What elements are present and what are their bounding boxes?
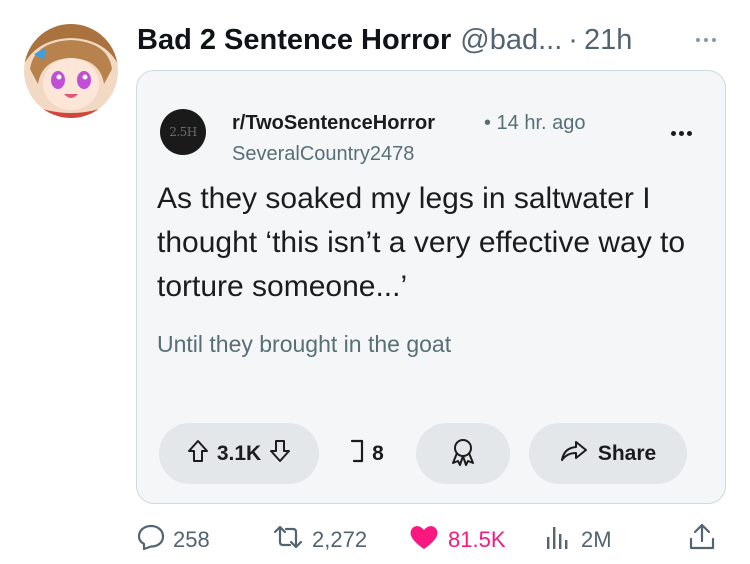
tweet-action-bar: 258 2,272 81.5K 2M (0, 520, 750, 564)
card-more-icon[interactable] (671, 131, 692, 136)
subreddit-icon[interactable]: 2.5H (160, 109, 206, 155)
subreddit-icon-text: 2.5H (169, 125, 197, 139)
retweet-count: 2,272 (312, 527, 368, 552)
share-label: Share (597, 441, 657, 465)
comment-count: 8 (372, 441, 384, 465)
post-time: • 14 hr. ago (484, 112, 586, 134)
award-button[interactable] (416, 423, 510, 484)
author-handle[interactable]: @bad... (460, 24, 562, 57)
share-arrow-icon (560, 439, 588, 469)
retweet-icon (272, 523, 304, 557)
like-button[interactable]: 81.5K (408, 520, 506, 560)
comment-icon (350, 438, 366, 470)
award-icon (448, 436, 478, 472)
tweet-timestamp[interactable]: 21h (584, 24, 632, 57)
views-button[interactable]: 2M (543, 520, 612, 560)
post-title: As they soaked my legs in saltwater I th… (157, 182, 686, 303)
tweet-header: Bad 2 Sentence Horror @bad... · 21h (137, 22, 632, 58)
subreddit-name[interactable]: r/TwoSentenceHorror (232, 112, 435, 135)
views-count: 2M (581, 527, 612, 552)
downvote-icon[interactable] (269, 439, 291, 469)
share-icon (688, 522, 716, 558)
post-author[interactable]: SeveralCountry2478 (232, 143, 414, 166)
retweet-button[interactable]: 2,272 (272, 520, 367, 560)
comments-button[interactable]: 8 (337, 423, 397, 484)
media-card[interactable]: 2.5H r/TwoSentenceHorror • 14 hr. ago Se… (136, 70, 726, 504)
reply-icon (137, 523, 165, 557)
like-count: 81.5K (448, 527, 506, 552)
more-icon[interactable] (689, 30, 723, 50)
heart-icon (408, 523, 440, 557)
post-body: Until they brought in the goat (157, 331, 452, 357)
card-share-button[interactable]: Share (529, 423, 687, 484)
vote-count: 3.1K (216, 441, 262, 465)
upvote-icon[interactable] (187, 439, 209, 469)
share-button[interactable] (688, 520, 716, 560)
author-avatar[interactable] (24, 24, 118, 118)
reply-button[interactable]: 258 (137, 520, 210, 560)
vote-control: 3.1K (159, 423, 319, 484)
reply-count: 258 (173, 527, 210, 552)
dot-separator: · (568, 23, 578, 56)
views-icon (543, 523, 573, 557)
author-name[interactable]: Bad 2 Sentence Horror (137, 24, 451, 57)
